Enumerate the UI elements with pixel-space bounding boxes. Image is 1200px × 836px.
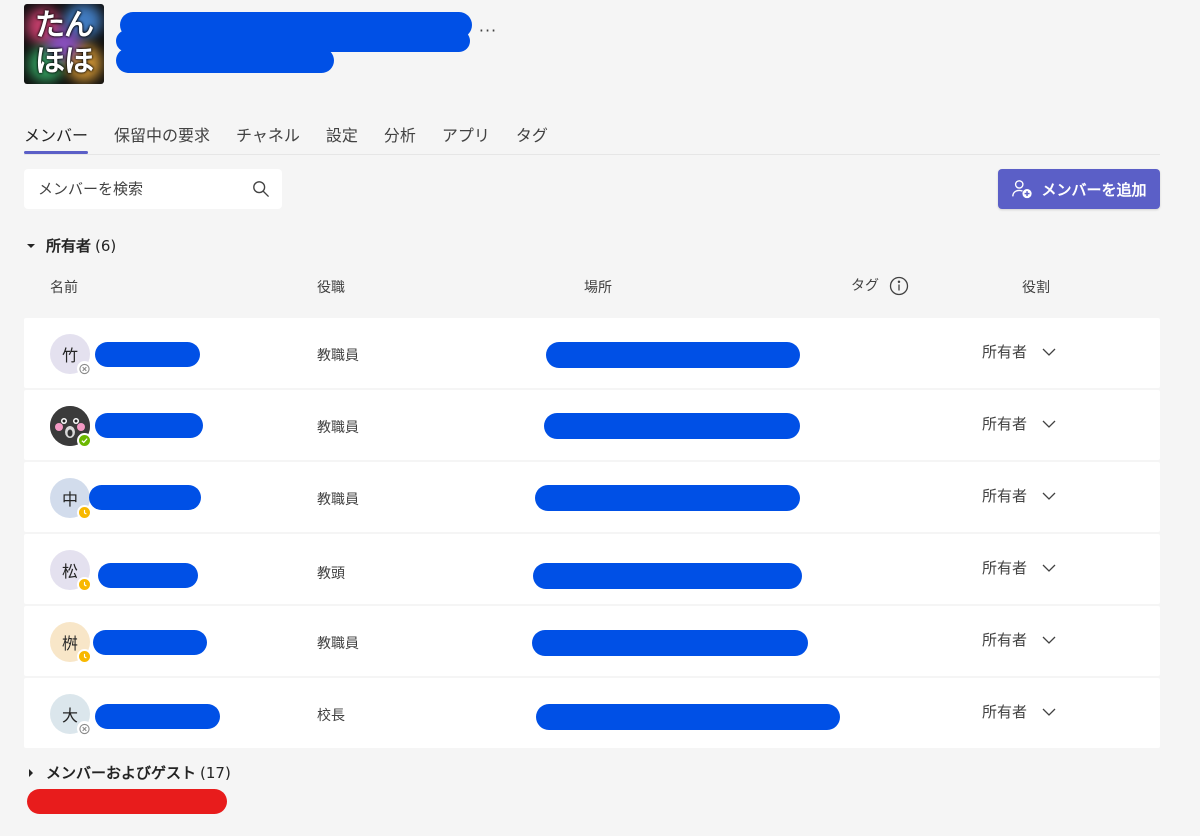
members-section-count: (17) bbox=[200, 763, 231, 782]
chevron-down-icon bbox=[1042, 564, 1056, 572]
role-value: 所有者 bbox=[982, 703, 1028, 721]
member-name-redacted bbox=[95, 704, 220, 729]
search-input[interactable] bbox=[38, 180, 252, 198]
chevron-down-icon bbox=[1042, 492, 1056, 500]
team-description-redacted bbox=[116, 48, 334, 73]
chevron-down-icon bbox=[1042, 420, 1056, 428]
tab-bar: メンバー 保留中の要求 チャネル 設定 分析 アプリ タグ bbox=[24, 122, 548, 154]
avatar-initial: 松 bbox=[61, 562, 78, 581]
column-header-location: 場所 bbox=[584, 280, 612, 296]
table-row[interactable]: 大 校長 所有者 bbox=[24, 678, 1160, 748]
role-dropdown[interactable]: 所有者 bbox=[982, 701, 1057, 722]
location-redacted bbox=[536, 704, 840, 730]
redacted-mark bbox=[27, 789, 227, 814]
more-options-icon[interactable]: ··· bbox=[478, 20, 498, 40]
role-dropdown[interactable]: 所有者 bbox=[982, 485, 1057, 506]
tab-members[interactable]: メンバー bbox=[24, 122, 89, 154]
caret-down-icon bbox=[24, 239, 38, 253]
member-name-redacted bbox=[98, 563, 198, 588]
role-value: 所有者 bbox=[982, 631, 1028, 649]
job-title: 校長 bbox=[317, 708, 345, 724]
table-row[interactable]: 中 教職員 所有者 bbox=[24, 462, 1160, 532]
table-row[interactable]: 松 教頭 所有者 bbox=[24, 534, 1160, 604]
member-name-redacted bbox=[95, 342, 200, 367]
role-dropdown[interactable]: 所有者 bbox=[982, 629, 1057, 650]
caret-right-icon bbox=[24, 766, 38, 780]
logo-text-line2: ほほ bbox=[35, 44, 94, 79]
avatar[interactable]: 中 bbox=[50, 478, 92, 520]
column-header-title: 役職 bbox=[317, 280, 345, 296]
tab-analytics[interactable]: 分析 bbox=[384, 122, 416, 152]
add-member-label: メンバーを追加 bbox=[1041, 180, 1147, 199]
role-value: 所有者 bbox=[982, 487, 1028, 505]
table-row[interactable]: 竹 教職員 所有者 bbox=[24, 318, 1160, 388]
search-icon[interactable] bbox=[252, 180, 270, 198]
presence-away-icon bbox=[77, 649, 92, 664]
presence-offline-icon bbox=[77, 721, 92, 736]
avatar-initial: 大 bbox=[61, 706, 78, 725]
member-name-redacted bbox=[93, 630, 207, 655]
location-redacted bbox=[544, 413, 800, 439]
table-row[interactable]: 桝 教職員 所有者 bbox=[24, 606, 1160, 676]
avatar[interactable]: 桝 bbox=[50, 622, 92, 664]
column-header-role: 役割 bbox=[1022, 280, 1050, 296]
tab-tags[interactable]: タグ bbox=[516, 122, 548, 152]
role-dropdown[interactable]: 所有者 bbox=[982, 557, 1057, 578]
members-section-title: メンバーおよびゲスト bbox=[46, 764, 197, 782]
owners-section-title: 所有者 bbox=[46, 237, 92, 255]
add-member-button[interactable]: メンバーを追加 bbox=[998, 169, 1160, 209]
job-title: 教職員 bbox=[317, 636, 359, 652]
team-logo: たん ほほ bbox=[24, 4, 104, 84]
column-header-tags: タグ bbox=[851, 275, 909, 296]
avatar-initial: 竹 bbox=[61, 346, 78, 365]
avatar[interactable] bbox=[50, 406, 92, 448]
avatar-initial: 中 bbox=[61, 490, 78, 509]
chevron-down-icon bbox=[1042, 636, 1056, 644]
role-value: 所有者 bbox=[982, 415, 1028, 433]
logo-text-line1: たん bbox=[35, 8, 94, 43]
chevron-down-icon bbox=[1042, 708, 1056, 716]
tab-apps[interactable]: アプリ bbox=[442, 122, 490, 152]
tab-channels[interactable]: チャネル bbox=[236, 122, 300, 152]
avatar[interactable]: 大 bbox=[50, 694, 92, 736]
role-value: 所有者 bbox=[982, 343, 1028, 361]
job-title: 教職員 bbox=[317, 348, 359, 364]
role-dropdown[interactable]: 所有者 bbox=[982, 341, 1057, 362]
job-title: 教頭 bbox=[317, 566, 345, 582]
avatar[interactable]: 竹 bbox=[50, 334, 92, 376]
column-header-tags-label: タグ bbox=[851, 278, 879, 294]
presence-offline-icon bbox=[77, 361, 92, 376]
avatar[interactable]: 松 bbox=[50, 550, 92, 592]
role-value: 所有者 bbox=[982, 559, 1028, 577]
add-person-icon bbox=[1012, 180, 1033, 199]
job-title: 教職員 bbox=[317, 492, 359, 508]
tab-settings[interactable]: 設定 bbox=[326, 122, 358, 152]
member-name-redacted bbox=[95, 413, 203, 438]
presence-away-icon bbox=[77, 505, 92, 520]
owners-section-count: (6) bbox=[95, 236, 117, 255]
info-icon[interactable] bbox=[889, 276, 909, 296]
location-redacted bbox=[532, 630, 808, 656]
tab-pending-requests[interactable]: 保留中の要求 bbox=[114, 122, 210, 152]
presence-away-icon bbox=[77, 577, 92, 592]
avatar-initial: 桝 bbox=[61, 634, 78, 653]
job-title: 教職員 bbox=[317, 420, 359, 436]
member-name-redacted bbox=[89, 485, 201, 510]
location-redacted bbox=[546, 342, 800, 368]
search-box[interactable] bbox=[24, 169, 282, 209]
presence-available-icon bbox=[77, 433, 92, 448]
role-dropdown[interactable]: 所有者 bbox=[982, 413, 1057, 434]
table-row[interactable]: 教職員 所有者 bbox=[24, 390, 1160, 460]
tab-divider bbox=[24, 154, 1160, 155]
owners-section-toggle[interactable]: 所有者 (6) bbox=[24, 235, 116, 256]
location-redacted bbox=[535, 485, 800, 511]
column-header-name: 名前 bbox=[50, 280, 78, 296]
location-redacted bbox=[533, 563, 802, 589]
chevron-down-icon bbox=[1042, 348, 1056, 356]
members-section-toggle[interactable]: メンバーおよびゲスト (17) bbox=[24, 762, 231, 783]
